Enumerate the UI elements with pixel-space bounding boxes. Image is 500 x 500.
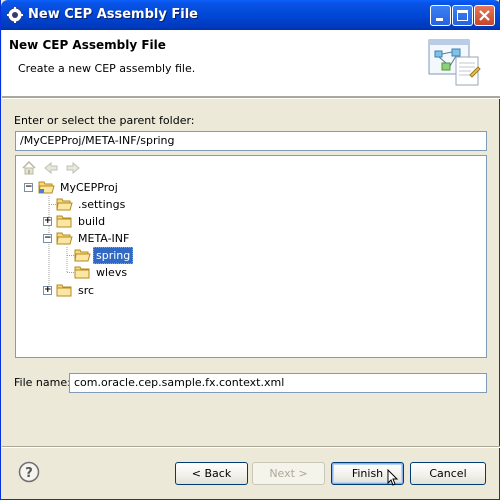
tree-item-spring[interactable]: spring: [16, 247, 316, 264]
collapse-icon[interactable]: −: [43, 234, 52, 243]
tree-item-label: MyCEPProj: [60, 181, 118, 194]
eclipse-app-icon: [7, 7, 23, 23]
back-button[interactable]: < Back: [175, 462, 248, 485]
cancel-button[interactable]: Cancel: [410, 462, 486, 485]
tree-item-wlevs[interactable]: wlevs: [16, 264, 316, 281]
maximize-icon: [457, 10, 468, 21]
minimize-button[interactable]: [430, 5, 451, 26]
wizard-description: Create a new CEP assembly file.: [18, 62, 196, 75]
folder-open-icon: [56, 232, 73, 245]
dialog-window: New CEP Assembly File New CEP Assembly F…: [0, 0, 500, 500]
folder-open-icon: [56, 198, 73, 211]
file-name-input[interactable]: com.oracle.cep.sample.fx.context.xml: [69, 373, 487, 393]
button-bar-separator: [2, 446, 500, 448]
folder-icon: [74, 266, 90, 279]
tree-item-build[interactable]: + build: [16, 213, 316, 230]
svg-text:?: ?: [25, 466, 33, 481]
window-title: New CEP Assembly File: [28, 7, 198, 22]
tree-item-src[interactable]: + src: [16, 282, 316, 299]
tree-item-label: build: [78, 215, 106, 228]
next-button[interactable]: Next >: [252, 462, 325, 485]
wizard-banner-icon: [428, 39, 481, 86]
file-name-label: File name:: [14, 376, 71, 389]
minimize-icon: [436, 18, 443, 21]
maximize-button[interactable]: [452, 5, 473, 26]
banner-separator: [2, 97, 500, 99]
help-icon[interactable]: ?: [18, 461, 40, 483]
mouse-pointer-icon: [387, 469, 399, 486]
title-bar[interactable]: New CEP Assembly File: [1, 0, 500, 30]
folder-icon: [56, 284, 72, 297]
folder-tree[interactable]: − MyCEPProj .settings + build − META-INF…: [15, 155, 487, 358]
tree-item-label: wlevs: [96, 266, 128, 279]
tree-item-settings[interactable]: .settings: [16, 196, 316, 213]
tree-item-label: META-INF: [78, 232, 130, 245]
parent-folder-input[interactable]: /MyCEPProj/META-INF/spring: [15, 131, 487, 151]
folder-icon: [56, 215, 72, 228]
wizard-title: New CEP Assembly File: [9, 38, 166, 52]
close-icon: [479, 10, 490, 21]
expand-icon[interactable]: +: [43, 217, 52, 226]
collapse-icon[interactable]: −: [24, 183, 33, 192]
tree-item-label: src: [78, 284, 95, 297]
expand-icon[interactable]: +: [43, 286, 52, 295]
tree-item-meta-inf[interactable]: − META-INF: [16, 230, 316, 247]
parent-folder-label: Enter or select the parent folder:: [14, 114, 195, 127]
tree-item-label: .settings: [78, 198, 126, 211]
tree-item-mycepproj[interactable]: − MyCEPProj: [16, 179, 316, 196]
close-button[interactable]: [474, 5, 495, 26]
wizard-banner: New CEP Assembly File Create a new CEP a…: [2, 30, 500, 97]
folder-open-icon: [74, 249, 91, 262]
project-folder-icon: [38, 181, 55, 194]
tree-item-label-selected: spring: [93, 247, 134, 264]
